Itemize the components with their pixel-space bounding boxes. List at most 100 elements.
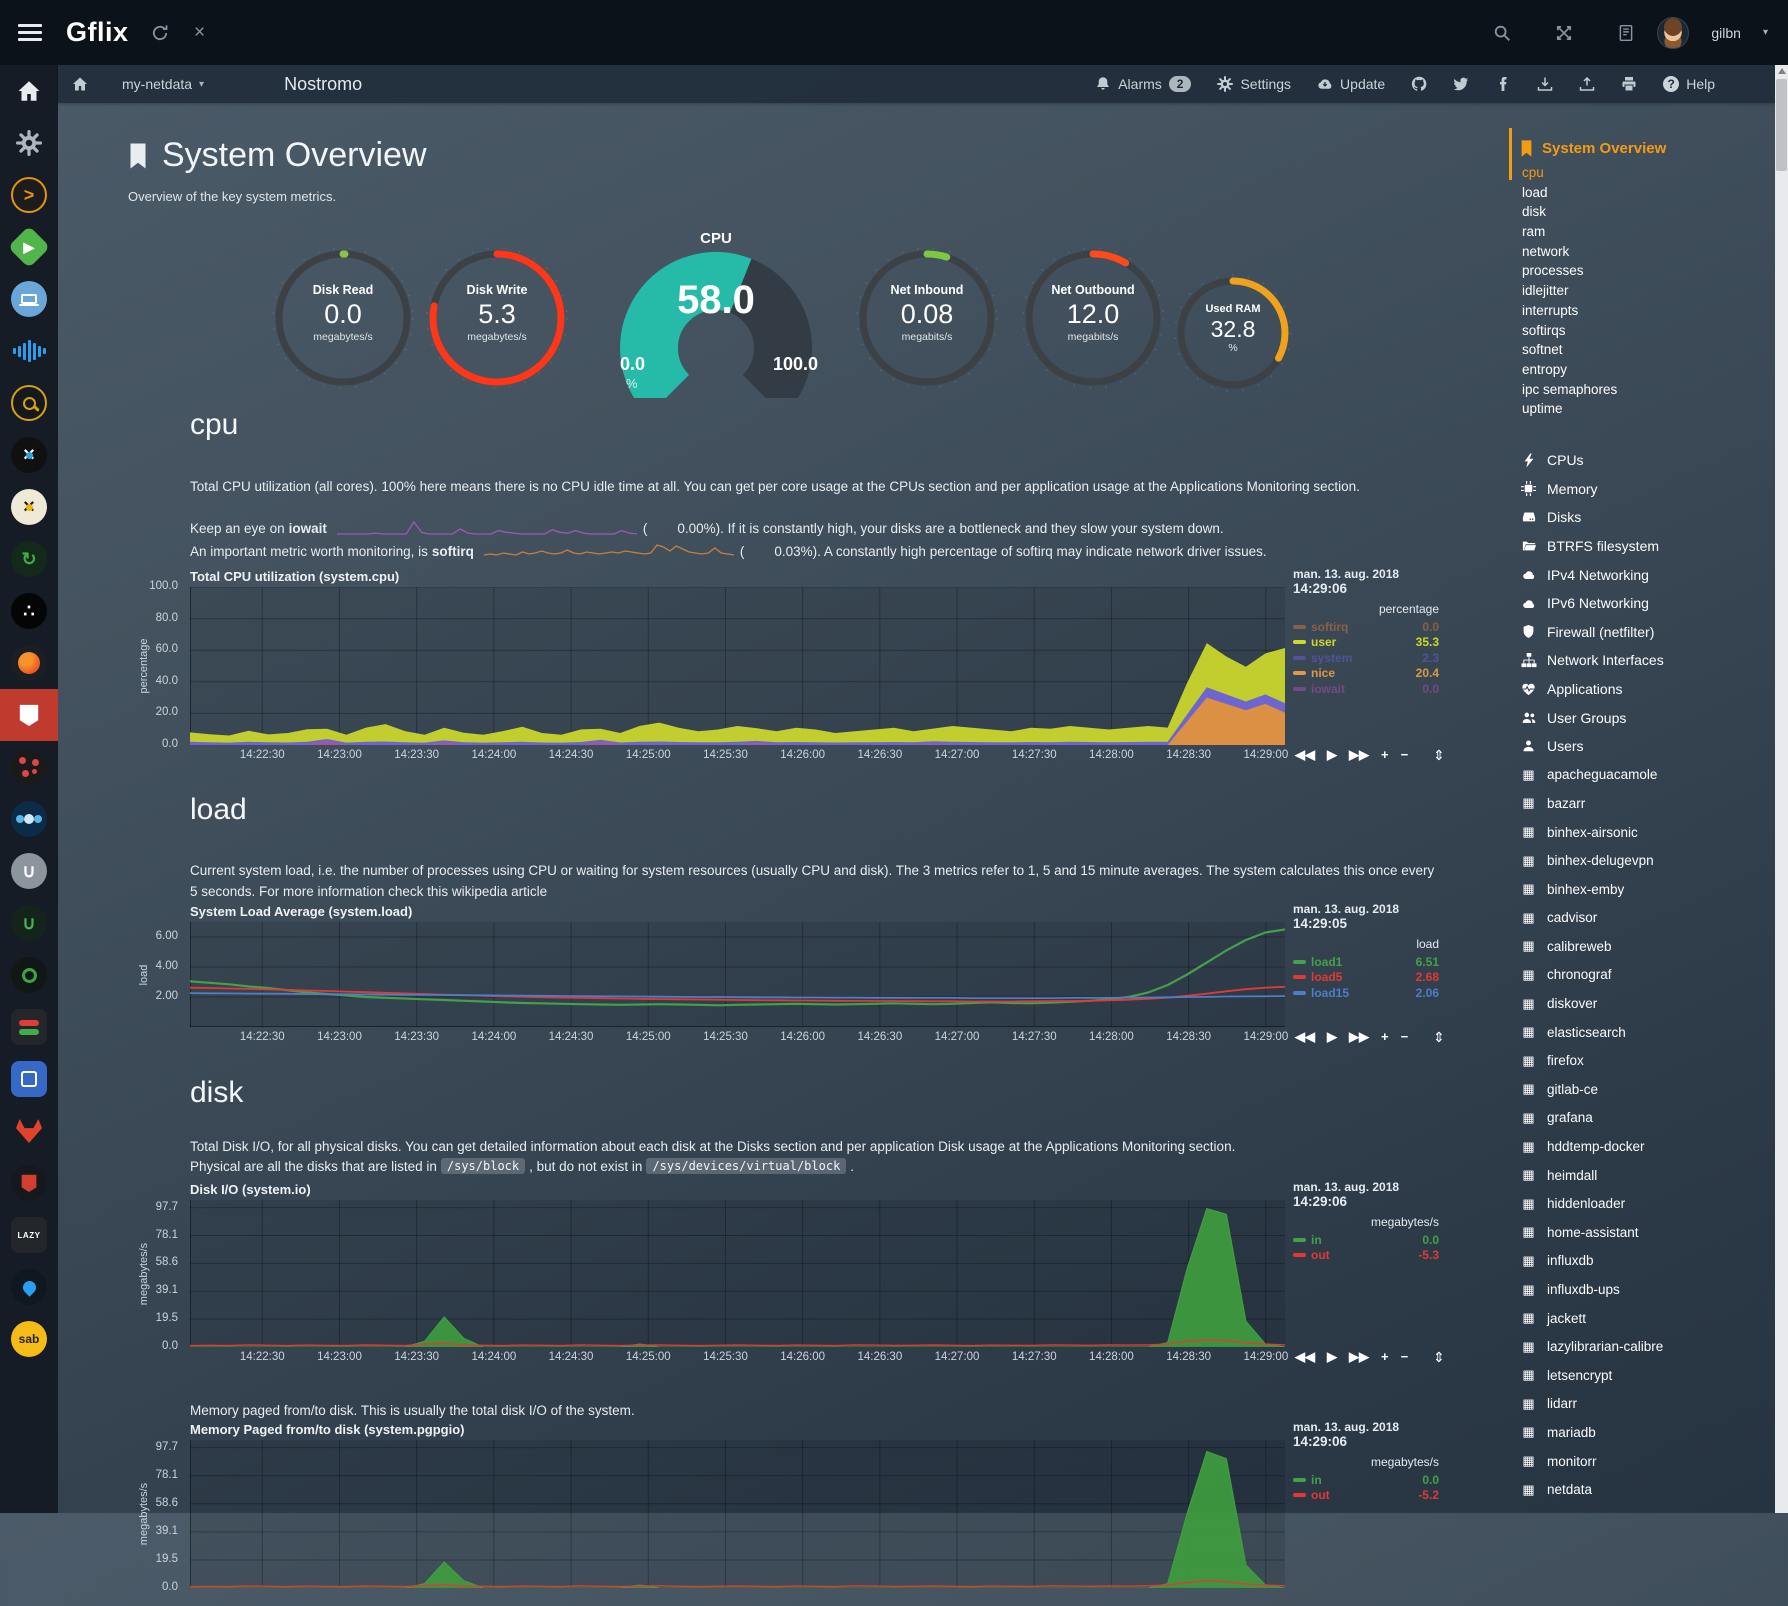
sidebar-app-lazylibrarian[interactable]: LAZY — [0, 1209, 58, 1261]
load-chart[interactable]: System Load Average (system.load) load 2… — [190, 922, 1285, 1027]
host-dropdown[interactable]: my-netdata▾ — [122, 76, 204, 92]
user-menu[interactable]: gilbn — [1711, 25, 1741, 41]
menu-section-users[interactable]: Users — [1520, 732, 1775, 761]
scrollbar-thumb[interactable] — [1776, 79, 1787, 171]
sidebar-app-emby[interactable]: ▶ — [0, 221, 58, 273]
menu-section-cpus[interactable]: CPUs — [1520, 446, 1775, 475]
sidebar-app-network[interactable]: ∴ — [0, 585, 58, 637]
sidebar-app-grafana[interactable] — [0, 637, 58, 689]
menu-app-cadvisor[interactable]: ▦cadvisor — [1520, 904, 1775, 933]
gauge-disk-write[interactable]: Disk Write5.3megabytes/s — [421, 239, 573, 403]
alarms-button[interactable]: Alarms 2 — [1095, 76, 1191, 92]
legend-entry-in[interactable]: in0.0 — [1293, 1232, 1439, 1248]
menu-app-bazarr[interactable]: ▦bazarr — [1520, 789, 1775, 818]
zoom-in-icon[interactable]: + — [1381, 747, 1389, 763]
sidebar-app-chevron[interactable]: > — [0, 169, 58, 221]
user-avatar[interactable] — [1657, 17, 1689, 49]
menu-app-binhex-airsonic[interactable]: ▦binhex-airsonic — [1520, 818, 1775, 847]
menu-section-user-groups[interactable]: User Groups — [1520, 703, 1775, 732]
menu-item-uptime[interactable]: uptime — [1520, 401, 1775, 421]
import-icon[interactable] — [1537, 76, 1553, 92]
sidebar-app-netdata[interactable] — [0, 689, 58, 741]
sidebar-app-kodi[interactable]: × — [0, 429, 58, 481]
sidebar-home[interactable] — [0, 65, 58, 117]
menu-app-heimdall[interactable]: ▦heimdall — [1520, 1161, 1775, 1190]
menu-section-ipv6-networking[interactable]: IPv6 Networking — [1520, 589, 1775, 618]
legend-entry-system[interactable]: system2.3 — [1293, 650, 1439, 666]
legend-entry-user[interactable]: user35.3 — [1293, 635, 1439, 651]
sidebar-app-nextcloud[interactable] — [0, 793, 58, 845]
menu-section-disks[interactable]: Disks — [1520, 503, 1775, 532]
search-icon[interactable] — [1493, 24, 1511, 42]
zoom-out-icon[interactable]: − — [1401, 1029, 1409, 1045]
menu-app-home-assistant[interactable]: ▦home-assistant — [1520, 1218, 1775, 1247]
menu-app-hiddenloader[interactable]: ▦hiddenloader — [1520, 1189, 1775, 1218]
resize-handle-icon[interactable]: ⇕ — [1433, 1029, 1445, 1046]
menu-item-entropy[interactable]: entropy — [1520, 362, 1775, 382]
gauge-net-outbound[interactable]: Net Outbound12.0megabits/s — [1017, 239, 1169, 403]
sidebar-app-u-green[interactable]: ∪ — [0, 897, 58, 949]
print-icon[interactable] — [1621, 76, 1637, 92]
menu-app-chronograf[interactable]: ▦chronograf — [1520, 961, 1775, 990]
menu-app-netdata[interactable]: ▦netdata — [1520, 1475, 1775, 1504]
disk-chart[interactable]: Disk I/O (system.io) megabytes/s 0.019.5… — [190, 1200, 1285, 1347]
zoom-out-icon[interactable]: − — [1401, 747, 1409, 763]
menu-app-grafana[interactable]: ▦grafana — [1520, 1104, 1775, 1133]
menu-item-network[interactable]: network — [1520, 244, 1775, 264]
refresh-icon[interactable] — [151, 24, 169, 42]
menu-section-ipv4-networking[interactable]: IPv4 Networking — [1520, 560, 1775, 589]
sidebar-app-cadvisor[interactable] — [0, 273, 58, 325]
menu-app-lidarr[interactable]: ▦lidarr — [1520, 1390, 1775, 1419]
gauge-cpu[interactable]: CPU58.00.0100.0% — [606, 226, 826, 392]
legend-entry-out[interactable]: out-5.3 — [1293, 1248, 1439, 1264]
resize-handle-icon[interactable]: ⇕ — [1433, 747, 1445, 764]
play-icon[interactable]: ▶ — [1327, 1349, 1337, 1365]
menu-item-cpu[interactable]: cpu — [1520, 165, 1775, 185]
menu-app-lazylibrarian-calibre[interactable]: ▦lazylibrarian-calibre — [1520, 1332, 1775, 1361]
gauge-net-inbound[interactable]: Net Inbound0.08megabits/s — [851, 239, 1003, 403]
twitter-icon[interactable] — [1453, 76, 1469, 92]
menu-section-btrfs-filesystem[interactable]: BTRFS filesystem — [1520, 532, 1775, 561]
sidebar-app-u-gray[interactable]: ∪ — [0, 845, 58, 897]
menu-item-softnet[interactable]: softnet — [1520, 342, 1775, 362]
gauge-disk-read[interactable]: Disk Read0.0megabytes/s — [267, 239, 419, 403]
legend-entry-in[interactable]: in0.0 — [1293, 1472, 1439, 1488]
zoom-in-icon[interactable]: + — [1381, 1349, 1389, 1365]
menu-app-influxdb-ups[interactable]: ▦influxdb-ups — [1520, 1275, 1775, 1304]
menu-item-interrupts[interactable]: interrupts — [1520, 303, 1775, 323]
sidebar-app-gitlab[interactable] — [0, 1105, 58, 1157]
sidebar-app-x-yellow[interactable]: × — [0, 481, 58, 533]
menu-app-calibreweb[interactable]: ▦calibreweb — [1520, 932, 1775, 961]
legend-entry-load5[interactable]: load52.68 — [1293, 970, 1439, 986]
legend-entry-iowait[interactable]: iowait0.0 — [1293, 681, 1439, 697]
changelog-icon[interactable] — [1617, 24, 1635, 42]
menu-app-binhex-delugevpn[interactable]: ▦binhex-delugevpn — [1520, 846, 1775, 875]
scroll-up-arrow[interactable] — [1778, 68, 1786, 74]
menu-app-hddtemp-docker[interactable]: ▦hddtemp-docker — [1520, 1132, 1775, 1161]
menu-app-mariadb[interactable]: ▦mariadb — [1520, 1418, 1775, 1447]
pan-back-icon[interactable]: ◀◀ — [1295, 747, 1315, 763]
update-button[interactable]: Update — [1317, 76, 1385, 92]
menu-app-influxdb[interactable]: ▦influxdb — [1520, 1247, 1775, 1276]
help-button[interactable]: ? Help — [1663, 76, 1715, 92]
menu-app-apacheguacamole[interactable]: ▦apacheguacamole — [1520, 761, 1775, 790]
menu-icon[interactable] — [18, 20, 42, 45]
facebook-icon[interactable] — [1495, 76, 1511, 92]
page-scrollbar[interactable] — [1775, 65, 1788, 1513]
menu-app-elasticsearch[interactable]: ▦elasticsearch — [1520, 1018, 1775, 1047]
pan-forward-icon[interactable]: ▶▶ — [1349, 747, 1369, 763]
legend-entry-nice[interactable]: nice20.4 — [1293, 666, 1439, 682]
menu-section-network-interfaces[interactable]: Network Interfaces — [1520, 646, 1775, 675]
menu-app-letsencrypt[interactable]: ▦letsencrypt — [1520, 1361, 1775, 1390]
menu-section-system-overview[interactable]: System Overview — [1520, 140, 1775, 157]
menu-item-ipc-semaphores[interactable]: ipc semaphores — [1520, 382, 1775, 402]
menu-app-diskover[interactable]: ▦diskover — [1520, 989, 1775, 1018]
sidebar-app-bars[interactable] — [0, 1001, 58, 1053]
legend-entry-out[interactable]: out-5.2 — [1293, 1488, 1439, 1504]
menu-app-monitorr[interactable]: ▦monitorr — [1520, 1447, 1775, 1476]
pan-forward-icon[interactable]: ▶▶ — [1349, 1349, 1369, 1365]
menu-app-gitlab-ce[interactable]: ▦gitlab-ce — [1520, 1075, 1775, 1104]
export-icon[interactable] — [1579, 76, 1595, 92]
sidebar-settings[interactable] — [0, 117, 58, 169]
legend-entry-load1[interactable]: load16.51 — [1293, 954, 1439, 970]
